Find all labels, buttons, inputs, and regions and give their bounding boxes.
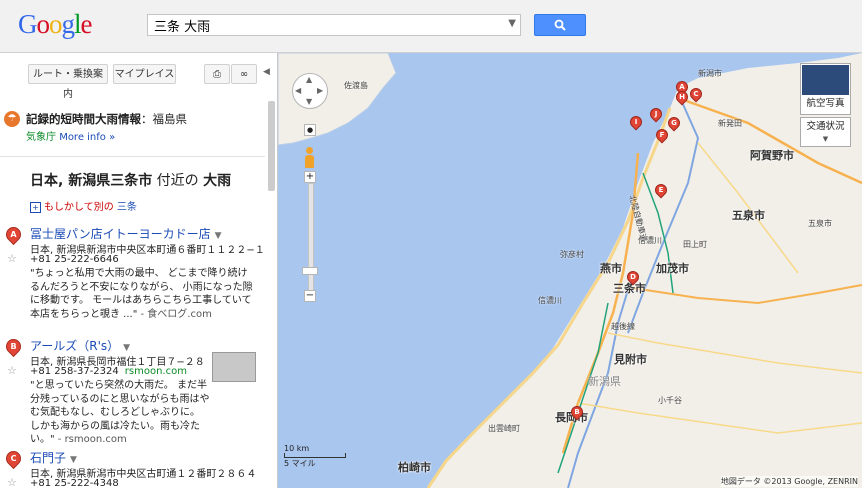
city-label: 五泉市: [732, 209, 765, 222]
directions-button[interactable]: ルート・乗換案内: [28, 64, 108, 100]
printer-icon: ⎙: [213, 69, 221, 80]
rain-cloud-icon: ☂: [4, 111, 20, 127]
link-icon: ∞: [239, 69, 249, 80]
result-phone: +81 25-222-6646: [30, 254, 119, 265]
place-label: 五泉市: [808, 219, 832, 228]
expand-plus-icon[interactable]: +: [30, 202, 41, 213]
city-label: 燕市: [600, 262, 622, 275]
result-name[interactable]: アールズ（R's） ▼: [30, 337, 130, 354]
place-label: 小千谷: [658, 396, 682, 405]
zoom-slider-handle[interactable]: [302, 267, 318, 275]
search-box[interactable]: ▼: [147, 14, 521, 36]
star-icon[interactable]: ☆: [7, 364, 17, 377]
satellite-button[interactable]: 航空写真: [800, 63, 851, 115]
traffic-button[interactable]: 交通状況 ▼: [800, 117, 851, 147]
marker-a-icon[interactable]: A: [2, 223, 25, 246]
result-item[interactable]: A ☆ 冨士屋パン店イトーヨーカドー店 ▼ 日本, 新潟県新潟市中央区本町通６番町…: [0, 223, 265, 335]
satellite-label: 航空写真: [806, 98, 845, 109]
divider: [0, 156, 265, 157]
map-canvas[interactable]: ▲ ◀ ▶ ▼ ● + − 航空写真 交通状況 ▼ 阿賀野市 五泉市 燕市 加茂…: [278, 53, 862, 488]
result-snippet: "ちょっと私用で大雨の最中、 どこまで降り続けるんだろうと不安になりながら、 小…: [30, 268, 253, 320]
collapse-panel-icon[interactable]: ◀: [263, 67, 270, 77]
place-label: 新発田: [718, 119, 742, 128]
place-label: 出雲崎町: [488, 424, 520, 433]
chevron-down-icon[interactable]: ▼: [123, 343, 130, 353]
search-input[interactable]: [148, 15, 500, 35]
map-scale: 10 km 5 マイル: [284, 444, 346, 469]
result-name[interactable]: 石門子 ▼: [30, 449, 77, 466]
scale-km: 10 km: [284, 444, 310, 453]
search-icon: [554, 19, 566, 31]
city-label: 見附市: [614, 353, 647, 366]
city-label: 阿賀野市: [750, 149, 794, 162]
traffic-label: 交通状況: [806, 121, 845, 132]
print-button[interactable]: ⎙: [204, 64, 230, 84]
results-panel: ルート・乗換案内 マイプレイス ⎙ ∞ ◀ ☂ 記録的短時間大雨情報：福島県 気…: [0, 53, 278, 488]
google-logo[interactable]: Google: [18, 9, 92, 40]
chevron-down-icon[interactable]: ▼: [70, 455, 77, 465]
reset-view-button[interactable]: ●: [304, 124, 316, 136]
result-item[interactable]: B ☆ アールズ（R's） ▼ 日本, 新潟県長岡市福住１丁目７−２８ +81 2…: [0, 335, 265, 447]
place-label: 佐渡島: [344, 81, 368, 90]
scrollbar[interactable]: [268, 101, 275, 191]
place-label: 弥彦村: [560, 250, 584, 259]
result-name[interactable]: 冨士屋パン店イトーヨーカドー店 ▼: [30, 225, 222, 242]
zoom-slider-track[interactable]: [308, 183, 314, 292]
result-thumbnail[interactable]: [212, 352, 256, 382]
pegman-icon[interactable]: [305, 147, 315, 169]
alert-region: ：福島県: [141, 112, 187, 126]
map-copyright: 地図データ ©2013 Google, ZENRIN: [720, 476, 858, 487]
link-button[interactable]: ∞: [231, 64, 257, 84]
did-you-mean: + もしかして別の 三条: [30, 198, 137, 213]
result-phone: +81 258-37-2324 rsmoon.com: [30, 366, 187, 377]
result-phone: +81 25-222-4348: [30, 478, 119, 488]
place-label: 新潟市: [698, 69, 722, 78]
alert-source: 気象庁: [26, 132, 56, 143]
pan-left-icon[interactable]: ◀: [295, 86, 301, 95]
city-label: 柏崎市: [398, 461, 431, 474]
satellite-thumbnail: [802, 65, 849, 95]
place-label: 越後線: [611, 322, 635, 331]
place-label: 新潟県: [588, 375, 621, 388]
alert-title[interactable]: 記録的短時間大雨情報: [26, 112, 141, 126]
city-label: 加茂市: [656, 262, 689, 275]
pan-down-icon[interactable]: ▼: [306, 97, 312, 106]
my-places-button[interactable]: マイプレイス: [113, 64, 176, 84]
star-icon[interactable]: ☆: [7, 252, 17, 265]
marker-b-icon[interactable]: B: [2, 335, 25, 358]
pan-right-icon[interactable]: ▶: [317, 86, 323, 95]
place-label: 田上町: [683, 240, 707, 249]
search-button[interactable]: [534, 14, 586, 36]
zoom-out-button[interactable]: −: [304, 290, 316, 302]
scale-mi: 5 マイル: [284, 459, 316, 468]
chevron-down-icon: ▼: [822, 135, 829, 143]
pan-control[interactable]: ▲ ◀ ▶ ▼: [292, 73, 328, 109]
zoom-in-button[interactable]: +: [304, 171, 316, 183]
pan-up-icon[interactable]: ▲: [306, 75, 312, 84]
place-label: 信濃川: [538, 296, 562, 305]
chevron-down-icon[interactable]: ▼: [215, 231, 222, 241]
top-bar: Google ▼: [0, 0, 862, 53]
more-info-link[interactable]: More info »: [59, 132, 115, 143]
star-icon[interactable]: ☆: [7, 476, 17, 488]
alt-link[interactable]: 三条: [117, 202, 137, 213]
result-item[interactable]: C ☆ 石門子 ▼ 日本, 新潟県新潟市中央区古町通１２番町２８６４ +81 25…: [0, 447, 265, 488]
result-snippet: "と思っていたら突然の大雨だ。 まだ半分残っているのにと思いながらも雨はやむ気配…: [30, 380, 210, 445]
dropdown-arrow-icon[interactable]: ▼: [508, 18, 516, 29]
query-title: 日本, 新潟県三条市 付近の 大雨: [30, 173, 232, 189]
marker-c-icon[interactable]: C: [2, 447, 25, 470]
